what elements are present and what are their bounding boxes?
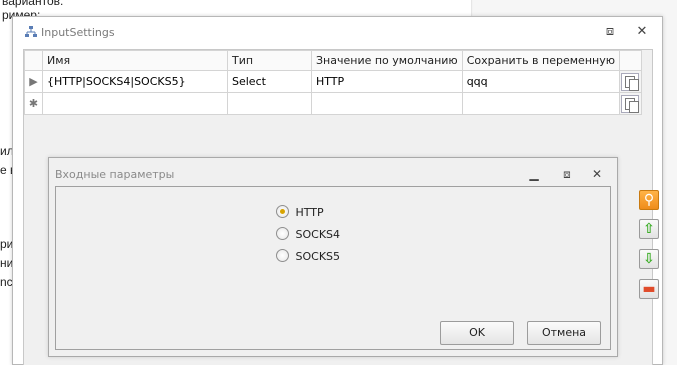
search-button[interactable]: ⚲ [639,190,659,210]
window-titlebar[interactable]: InputSettings ⧈ ✕ [13,17,662,49]
copy-row-button[interactable] [618,70,642,93]
copy-column-header [618,50,642,71]
column-header-name[interactable]: Имя [42,50,228,71]
cell-name[interactable]: {HTTP|SOCKS4|SOCKS5} [42,70,228,93]
restore-button[interactable]: ⧈ [601,24,619,40]
dialog-restore-button[interactable]: ⧈ [559,167,575,181]
column-header-variable[interactable]: Сохранить в переменную [461,50,620,71]
magnifier-icon: ⚲ [643,192,655,208]
dialog-body: HTTP SOCKS4 SOCKS5 OK Отмена [55,186,611,350]
bg-text-fragment: вариантов. [2,0,64,8]
table-row[interactable]: ▶ {HTTP|SOCKS4|SOCKS5} Select HTTP qqq [24,70,642,93]
input-settings-window: InputSettings ⧈ ✕ Имя Тип Значение по ум… [12,16,663,365]
arrow-up-icon: ⇧ [643,221,655,237]
radio-option-http[interactable]: HTTP [276,205,324,221]
minus-icon: ▬ [642,281,656,297]
radio-option-socks4[interactable]: SOCKS4 [276,227,340,243]
radio-label: SOCKS4 [295,228,341,241]
radio-icon-checked [276,205,289,218]
radio-label: HTTP [295,206,324,219]
close-icon: ✕ [636,24,648,39]
radio-icon [276,227,289,240]
column-header-type[interactable]: Тип [227,50,312,71]
move-up-button[interactable]: ⇧ [639,219,659,239]
parameters-grid: Имя Тип Значение по умолчанию Сохранить … [24,50,642,115]
new-cell-variable[interactable] [461,92,620,115]
copy-icon [621,72,640,91]
ok-button[interactable]: OK [440,321,514,345]
restore-icon: ⧈ [563,167,571,181]
bg-text-fragment: nc [0,275,13,289]
cell-variable[interactable]: qqq [461,70,620,93]
radio-label: SOCKS5 [295,250,341,263]
close-icon: ✕ [591,167,603,181]
move-down-button[interactable]: ⇩ [639,249,659,269]
window-title: InputSettings [41,26,115,39]
minimize-icon: ▁ [529,167,539,181]
input-params-dialog: Входные параметры ▁ ⧈ ✕ HTTP SOCKS4 SOCK… [48,157,618,357]
row-indicator: ▶ [24,70,43,93]
window-content: Имя Тип Значение по умолчанию Сохранить … [23,49,659,365]
row-indicator-header [24,50,43,71]
cancel-button[interactable]: Отмена [527,321,601,345]
dialog-title: Входные параметры [55,168,175,181]
new-cell-name[interactable] [42,92,228,115]
remove-button[interactable]: ▬ [639,279,659,299]
tree-network-icon [25,26,37,37]
cell-default[interactable]: HTTP [311,70,463,93]
column-header-default[interactable]: Значение по умолчанию [311,50,463,71]
close-button[interactable]: ✕ [633,24,651,40]
copy-new-row-button[interactable] [618,92,642,115]
grid-header-row: Имя Тип Значение по умолчанию Сохранить … [24,50,642,71]
dialog-minimize-button[interactable]: ▁ [526,167,542,181]
new-cell-type[interactable] [227,92,312,115]
radio-option-socks5[interactable]: SOCKS5 [276,249,340,265]
arrow-down-icon: ⇩ [643,251,655,267]
dialog-close-button[interactable]: ✕ [589,167,605,181]
new-cell-default[interactable] [311,92,463,115]
cell-type[interactable]: Select [227,70,312,93]
restore-icon: ⧈ [605,24,615,39]
copy-icon [621,94,640,113]
new-row[interactable]: ✱ [24,92,642,115]
new-row-indicator: ✱ [24,92,43,115]
radio-icon [276,249,289,262]
